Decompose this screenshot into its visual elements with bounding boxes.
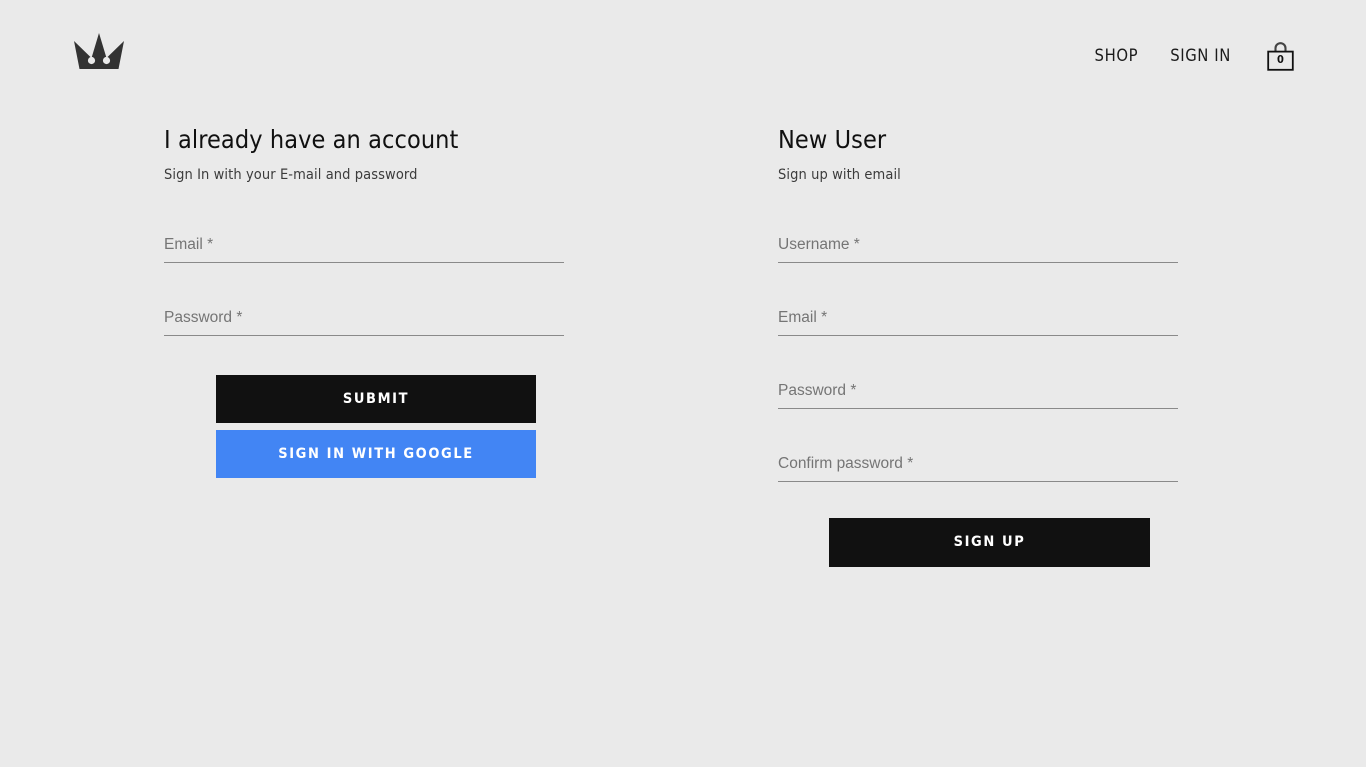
sign-up-panel: New User Sign up with email SIGN UP — [778, 125, 1190, 567]
email-input[interactable] — [164, 231, 564, 261]
password-input[interactable] — [778, 377, 1178, 407]
cart-count-badge: 0 — [1277, 53, 1284, 66]
nav-item-sign-in[interactable]: SIGN IN — [1170, 47, 1231, 65]
password-field[interactable] — [164, 304, 564, 336]
sign-up-button[interactable]: SIGN UP — [829, 518, 1150, 567]
username-field[interactable] — [778, 231, 1178, 263]
sign-up-subtitle: Sign up with email — [778, 166, 901, 183]
sign-up-actions: SIGN UP — [829, 518, 1150, 567]
sign-in-fields — [164, 231, 576, 336]
confirm-password-input[interactable] — [778, 450, 1178, 480]
sign-in-panel: I already have an account Sign In with y… — [164, 125, 576, 478]
nav-item-shop[interactable]: SHOP — [1095, 47, 1139, 65]
email-field[interactable] — [778, 304, 1178, 336]
crown-logo-icon[interactable] — [71, 31, 127, 73]
sign-up-fields — [778, 231, 1190, 482]
email-input[interactable] — [778, 304, 1178, 334]
sign-up-title: New User — [778, 125, 887, 154]
email-field[interactable] — [164, 231, 564, 263]
site-header: SHOP SIGN IN 0 — [0, 0, 1366, 108]
password-field[interactable] — [778, 377, 1178, 409]
shopping-bag-icon[interactable]: 0 — [1267, 41, 1294, 71]
sign-in-subtitle: Sign In with your E-mail and password — [164, 166, 418, 183]
confirm-password-field[interactable] — [778, 450, 1178, 482]
sign-in-with-google-button[interactable]: SIGN IN WITH GOOGLE — [216, 430, 536, 478]
password-input[interactable] — [164, 304, 564, 334]
header-nav: SHOP SIGN IN 0 — [1095, 40, 1294, 72]
submit-button[interactable]: SUBMIT — [216, 375, 536, 423]
username-input[interactable] — [778, 231, 1178, 261]
sign-in-title: I already have an account — [164, 125, 459, 154]
sign-in-actions: SUBMIT SIGN IN WITH GOOGLE — [216, 375, 536, 478]
